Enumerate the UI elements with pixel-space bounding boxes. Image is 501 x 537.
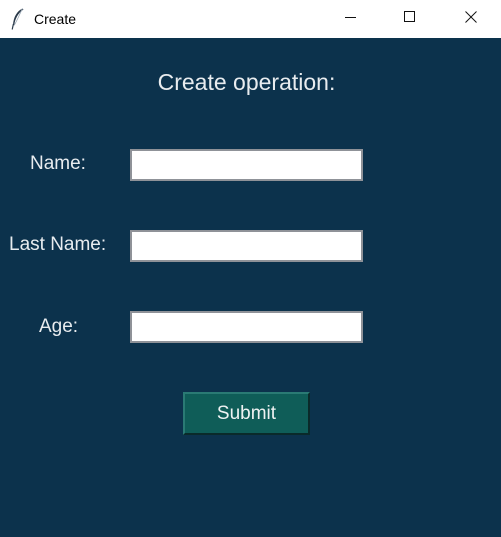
age-input[interactable] — [130, 311, 363, 343]
close-button[interactable] — [440, 0, 501, 38]
maximize-button[interactable] — [381, 0, 439, 38]
title-bar[interactable]: Create — [0, 0, 501, 38]
age-label: Age: — [39, 316, 79, 337]
name-input[interactable] — [130, 149, 363, 181]
minimize-button[interactable] — [322, 0, 380, 38]
last-name-label: Last Name: — [9, 234, 107, 255]
name-label: Name: — [30, 153, 86, 174]
close-icon — [464, 10, 477, 28]
maximize-icon — [404, 10, 416, 28]
app-window: Create Create operation: Name: Last Name… — [0, 0, 501, 537]
submit-button[interactable]: Submit — [183, 392, 310, 435]
last-name-input[interactable] — [130, 230, 363, 262]
feather-icon — [10, 7, 26, 31]
minimize-icon — [345, 10, 357, 28]
form-panel: Create operation: Name: Last Name: Age: … — [0, 38, 501, 537]
form-heading: Create operation: — [157, 69, 336, 95]
window-title: Create — [34, 11, 77, 27]
